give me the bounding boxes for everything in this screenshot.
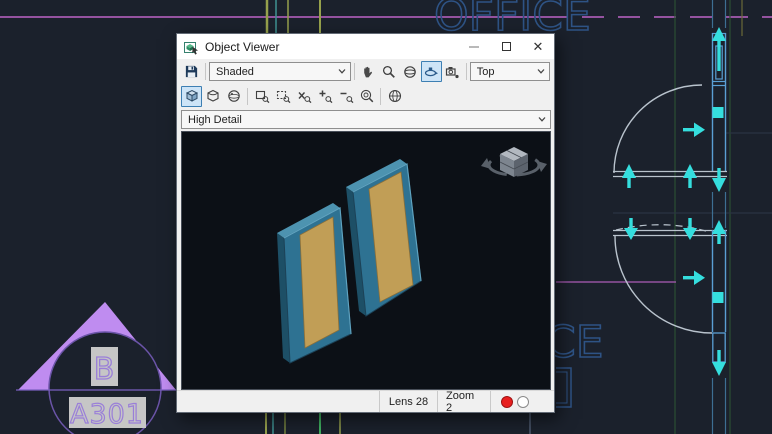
pan-button[interactable] [358,61,379,82]
separator [353,63,355,80]
zoom-extents-button[interactable] [356,86,377,107]
detail-level-select[interactable]: High Detail [181,110,551,129]
detail-level-value: High Detail [188,113,242,126]
background-color-toggles [490,391,538,412]
minimize-button[interactable] [458,34,490,59]
save-button[interactable] [181,61,202,82]
section-letter: B [94,352,115,387]
resize-grip[interactable] [538,391,554,412]
zoom-out-icon [340,92,353,104]
lens-status: Lens 28 [379,391,437,412]
adjust-camera-button[interactable] [442,61,463,82]
object-viewer-dialog: Object Viewer ✕ Shaded Top High Detail L… [176,33,555,414]
zoom-in-icon [319,90,332,104]
shade-mode-select[interactable]: Shaded [209,62,351,81]
zoom-dynamic-button[interactable] [272,86,293,107]
section-sheet: A301 [70,399,144,430]
minimize-icon [469,45,479,48]
box-shade-icon [185,89,198,102]
pan-hand-icon [364,66,373,77]
zoom-status: Zoom 2 [437,390,490,414]
smooth-shade-icon [206,89,219,102]
status-spacer [177,391,379,412]
set-view-button[interactable] [384,86,405,107]
zoom-scale-button[interactable] [293,86,314,107]
swivel-camera-icon [425,67,439,76]
toolbar-main: Shaded Top [177,59,554,84]
close-button[interactable]: ✕ [522,34,554,59]
cad-application-canvas: OFFICE CE B A301 Object Viewer ✕ Shaded … [0,0,772,434]
chevron-down-icon [338,69,346,74]
zoom-magnifier-icon [383,65,396,78]
view-direction-value: Top [476,65,495,78]
red-indicator[interactable] [500,395,513,408]
separator [205,63,206,80]
chevron-down-icon [537,69,545,74]
zoom-out-button[interactable] [335,86,356,107]
detail-level-row: High Detail [177,108,554,131]
shade-mode-value: Shaded [216,65,254,78]
zoom-window-button[interactable] [251,86,272,107]
camera-icon [446,66,459,78]
maximize-button[interactable] [490,34,522,59]
shade-sphere-button[interactable] [223,86,244,107]
viewport-3d[interactable] [181,131,551,390]
viewport-canvas [182,132,550,389]
zoom-dynamic-icon [276,90,290,104]
save-icon [185,65,198,78]
zoom-button[interactable] [379,61,400,82]
chevron-down-icon [538,117,546,122]
orbit-button[interactable] [400,61,421,82]
zoom-in-button[interactable] [314,86,335,107]
separator [380,87,381,105]
object-viewer-icon [184,41,198,55]
separator [247,87,248,105]
toolbar-display [177,84,554,108]
maximize-icon [501,42,511,51]
globe-icon [388,89,401,103]
zoom-extents-icon [360,89,373,103]
close-icon: ✕ [532,39,544,54]
white-indicator[interactable] [516,395,529,408]
shade-box-button[interactable] [181,85,202,107]
swivel-button[interactable] [420,61,442,82]
orbit-icon [404,65,417,78]
view-direction-select[interactable]: Top [469,62,550,81]
separator [465,63,467,80]
zoom-window-icon [255,90,269,104]
window-title: Object Viewer [205,39,280,54]
zoom-scale-icon [297,92,311,104]
sphere-shade-icon [227,90,240,102]
dialog-status-bar: Lens 28 Zoom 2 [177,390,554,414]
title-bar[interactable]: Object Viewer ✕ [177,34,554,59]
shade-smooth-button[interactable] [202,86,223,107]
